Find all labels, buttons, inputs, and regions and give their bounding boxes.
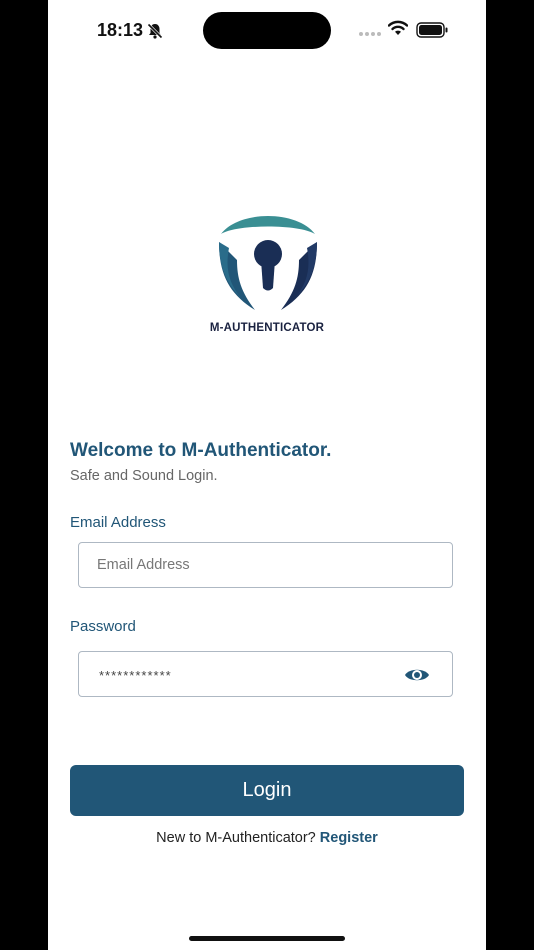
wifi-icon — [388, 20, 408, 35]
status-time: 18:13 — [97, 20, 144, 40]
eye-icon[interactable] — [404, 666, 430, 684]
register-row: New to M-Authenticator? Register — [48, 830, 486, 846]
email-field-container — [78, 542, 453, 588]
register-prompt: New to M-Authenticator? — [156, 830, 316, 846]
battery-icon — [416, 22, 448, 38]
password-value: ************ — [99, 668, 172, 683]
welcome-subtitle: Safe and Sound Login. — [70, 468, 218, 484]
password-label: Password — [70, 618, 136, 635]
brand-name: M-AUTHENTICATOR — [209, 322, 325, 334]
shield-keyhole-logo-icon — [219, 216, 317, 310]
signal-dots-icon — [359, 32, 381, 36]
password-field[interactable]: ************ — [78, 651, 453, 697]
app-screen: 18:13 M-AUTHENTICATOR Welcome to M-Authe… — [48, 0, 486, 950]
dynamic-island — [203, 12, 331, 49]
welcome-title: Welcome to M-Authenticator. — [70, 440, 332, 461]
register-link[interactable]: Register — [320, 830, 378, 846]
email-input[interactable] — [79, 543, 452, 587]
bell-slash-icon — [147, 23, 163, 39]
home-indicator[interactable] — [189, 936, 345, 941]
login-button[interactable]: Login — [70, 765, 464, 816]
email-label: Email Address — [70, 514, 166, 531]
